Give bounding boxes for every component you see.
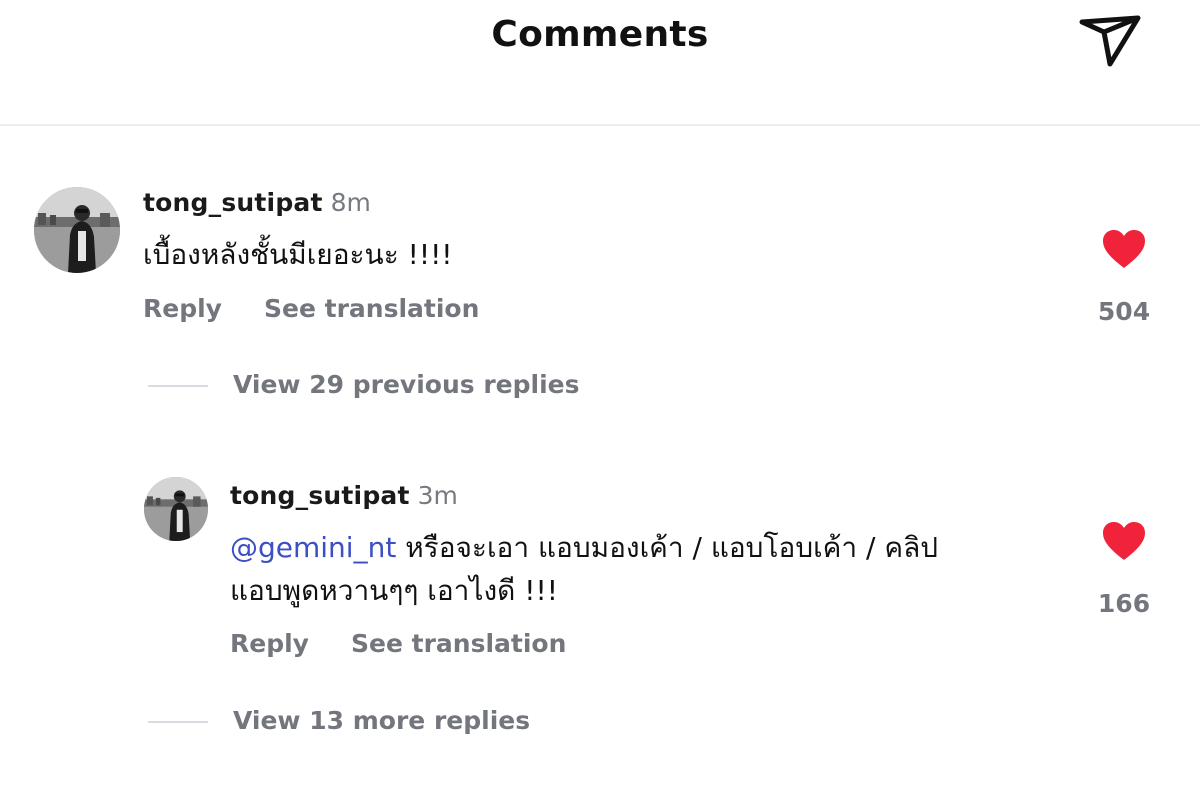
comment-meta: tong_sutipat 3m xyxy=(230,481,458,510)
reply-button[interactable]: Reply xyxy=(143,294,222,323)
view-replies-link[interactable]: View 29 previous replies xyxy=(233,370,579,399)
username[interactable]: tong_sutipat xyxy=(143,188,323,217)
share-button[interactable] xyxy=(1076,8,1144,68)
comments-header: Comments xyxy=(0,0,1200,126)
like-button[interactable] xyxy=(1101,520,1147,562)
comment-line: @gemini_nt หรือจะเอา แอบมองเค้า / แอบโอบ… xyxy=(230,526,938,569)
see-translation-button[interactable]: See translation xyxy=(351,629,566,658)
like-button[interactable] xyxy=(1101,228,1147,270)
view-replies-link[interactable]: View 13 more replies xyxy=(233,706,530,735)
profile-photo xyxy=(34,187,120,273)
replies-divider xyxy=(148,721,208,723)
avatar[interactable] xyxy=(144,477,208,541)
avatar[interactable] xyxy=(34,187,120,273)
comment-line: แอบพูดหวานๆๆ เอาไงดี !!! xyxy=(230,574,558,607)
paper-plane-icon xyxy=(1079,15,1141,67)
reply-button[interactable]: Reply xyxy=(230,629,309,658)
see-translation-button[interactable]: See translation xyxy=(264,294,479,323)
comment-meta: tong_sutipat 8m xyxy=(143,188,371,217)
like-count: 504 xyxy=(1097,297,1151,326)
timestamp: 8m xyxy=(330,188,371,217)
comment-text: เบื้องหลังชั้นมีเยอะนะ !!!! xyxy=(143,238,453,271)
comment-text-part: หรือจะเอา แอบมองเค้า / แอบโอบเค้า / คลิป xyxy=(396,531,939,564)
page-title: Comments xyxy=(491,14,709,55)
timestamp: 3m xyxy=(417,481,458,510)
comment-text: @gemini_nt หรือจะเอา แอบมองเค้า / แอบโอบ… xyxy=(230,526,938,612)
replies-divider xyxy=(148,385,208,387)
profile-photo xyxy=(144,477,208,541)
mention-link[interactable]: @gemini_nt xyxy=(230,531,396,564)
username[interactable]: tong_sutipat xyxy=(230,481,410,510)
heart-icon xyxy=(1103,522,1145,560)
heart-icon xyxy=(1103,230,1145,268)
like-count: 166 xyxy=(1097,589,1151,618)
